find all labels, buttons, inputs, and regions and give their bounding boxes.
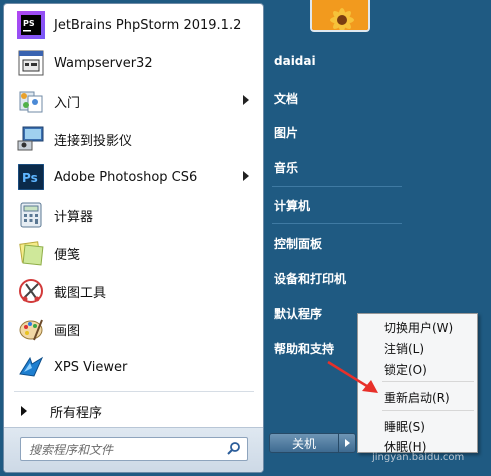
- menu-separator: [382, 410, 474, 411]
- program-label: 便笺: [54, 247, 81, 263]
- program-item-snipping-tool[interactable]: 截图工具: [4, 272, 263, 310]
- user-avatar[interactable]: [310, 0, 370, 32]
- program-label: XPS Viewer: [54, 359, 128, 375]
- search-icon[interactable]: [227, 441, 241, 458]
- all-programs-button[interactable]: 所有程序: [4, 396, 263, 426]
- annotation-arrow-icon: [327, 360, 378, 393]
- program-label: 计算器: [54, 209, 94, 225]
- user-folder-link[interactable]: daidai: [274, 54, 316, 68]
- program-label: 画图: [54, 323, 81, 339]
- menu-item-sleep[interactable]: 睡眠(S): [384, 418, 425, 435]
- music-link[interactable]: 音乐: [274, 159, 298, 176]
- program-item-sticky-notes[interactable]: 便笺: [4, 234, 263, 272]
- program-item-phpstorm[interactable]: PS JetBrains PhpStorm 2019.1.2: [4, 6, 263, 44]
- program-item-wampserver[interactable]: Wampserver32: [4, 44, 263, 82]
- help-support-link[interactable]: 帮助和支持: [274, 340, 334, 357]
- expand-arrow-icon: [21, 406, 27, 416]
- program-label: 入门: [54, 95, 81, 111]
- submenu-arrow-icon: [243, 171, 249, 181]
- program-item-xps-viewer[interactable]: XPS Viewer: [4, 348, 263, 386]
- svg-text:PS: PS: [23, 19, 35, 28]
- program-label: JetBrains PhpStorm 2019.1.2: [54, 17, 242, 33]
- photoshop-icon: Ps: [16, 162, 46, 192]
- search-placeholder: 搜索程序和文件: [29, 442, 114, 457]
- menu-item-logoff[interactable]: 注销(L): [384, 340, 424, 357]
- program-label: 截图工具: [54, 285, 107, 301]
- default-programs-link[interactable]: 默认程序: [274, 305, 322, 322]
- xps-viewer-icon: [16, 352, 46, 382]
- computer-link[interactable]: 计算机: [274, 197, 310, 214]
- program-label: 连接到投影仪: [54, 133, 133, 149]
- flower-picture-icon: [312, 0, 368, 30]
- program-list: PS JetBrains PhpStorm 2019.1.2 Wampserve…: [4, 6, 263, 386]
- program-item-calculator[interactable]: 计算器: [4, 196, 263, 234]
- calculator-icon: [16, 200, 46, 230]
- menu-separator: [382, 381, 474, 382]
- menu-item-switch-user[interactable]: 切换用户(W): [384, 319, 453, 336]
- separator: [14, 391, 254, 392]
- phpstorm-icon: PS: [16, 10, 46, 40]
- watermark: jingyan.baidu.com: [372, 452, 465, 463]
- projector-icon: [16, 124, 46, 154]
- program-item-photoshop[interactable]: Ps Adobe Photoshop CS6: [4, 158, 263, 196]
- pictures-link[interactable]: 图片: [274, 124, 298, 141]
- snipping-tool-icon: [16, 276, 46, 306]
- getting-started-icon: [16, 86, 46, 116]
- svg-text:Ps: Ps: [22, 171, 38, 185]
- control-panel-link[interactable]: 控制面板: [274, 235, 322, 252]
- submenu-arrow-icon: [243, 95, 249, 105]
- shutdown-button[interactable]: 关机: [269, 433, 339, 453]
- shutdown-options-button[interactable]: [338, 433, 356, 453]
- program-item-getting-started[interactable]: 入门: [4, 82, 263, 120]
- devices-printers-link[interactable]: 设备和打印机: [274, 270, 346, 287]
- all-programs-label: 所有程序: [50, 405, 103, 421]
- separator: [272, 223, 402, 224]
- wampserver-icon: [16, 48, 46, 78]
- search-input[interactable]: 搜索程序和文件: [20, 437, 248, 461]
- sticky-notes-icon: [16, 238, 46, 268]
- menu-item-restart[interactable]: 重新启动(R): [384, 389, 450, 406]
- separator: [272, 186, 402, 187]
- shutdown-label: 关机: [291, 436, 316, 451]
- paint-icon: [16, 314, 46, 344]
- program-label: Adobe Photoshop CS6: [54, 169, 198, 185]
- program-label: Wampserver32: [54, 55, 153, 71]
- programs-pane: PS JetBrains PhpStorm 2019.1.2 Wampserve…: [3, 3, 264, 473]
- program-item-paint[interactable]: 画图: [4, 310, 263, 348]
- documents-link[interactable]: 文档: [274, 90, 298, 107]
- program-item-projector[interactable]: 连接到投影仪: [4, 120, 263, 158]
- search-area: 搜索程序和文件: [4, 427, 263, 472]
- menu-item-lock[interactable]: 锁定(O): [384, 361, 427, 378]
